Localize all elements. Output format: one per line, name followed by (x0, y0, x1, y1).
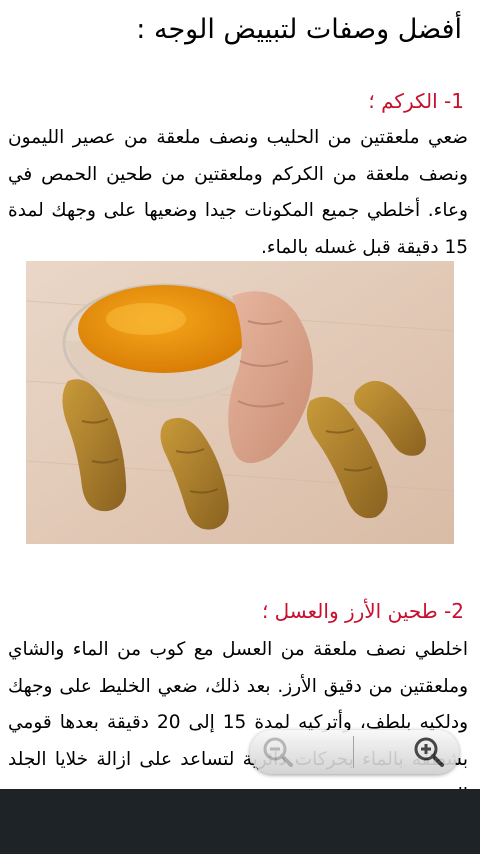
zoom-control (250, 730, 459, 774)
recipe-1-text: ضعي ملعقتين من الحليب ونصف ملعقة من عصير… (8, 127, 468, 258)
zoom-divider (353, 736, 354, 768)
zoom-out-icon (263, 737, 293, 767)
turmeric-photo (26, 261, 454, 544)
zoom-in-icon (414, 737, 444, 767)
page-title: أفضل وصفات لتبييض الوجه : (136, 14, 462, 45)
zoom-out-button[interactable] (260, 734, 296, 770)
bottom-bar (0, 789, 480, 854)
article-content[interactable]: أفضل وصفات لتبييض الوجه : 1- الكركم ؛ ضع… (0, 0, 480, 789)
recipe-2-heading: 2- طحين الأرز والعسل ؛ (261, 599, 464, 623)
zoom-in-button[interactable] (411, 734, 447, 770)
recipe-1-heading: 1- الكركم ؛ (368, 89, 464, 113)
